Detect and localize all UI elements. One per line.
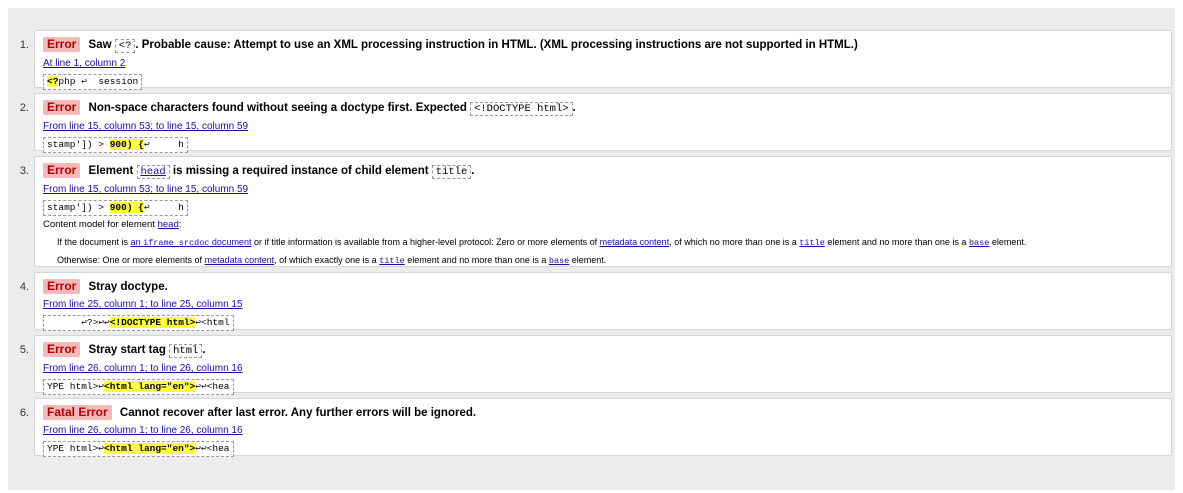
list-item: 5. Error Stray start tag html. From line… — [20, 335, 1172, 395]
title-element-link[interactable]: title — [799, 238, 825, 248]
message-number: 1. — [19, 39, 29, 51]
extract-text: php ↩ session — [58, 76, 139, 87]
message-text: Cannot recover after last error. Any fur… — [119, 407, 477, 419]
message-text: Stray start tag — [88, 344, 166, 356]
source-extract: stamp']) > 900) {↩ h — [43, 137, 188, 153]
error-badge: Error — [43, 100, 81, 115]
iframe-srcdoc-link[interactable]: an iframe srcdoc document — [131, 237, 252, 248]
extract-highlight: <html lang="en"> — [104, 381, 196, 392]
message-text: Element — [88, 165, 134, 177]
extract-text: ↩?>↩↩ — [47, 317, 110, 328]
metadata-content-link[interactable]: metadata content — [205, 255, 275, 265]
code-snippet: <? — [114, 39, 136, 53]
results-list: 1. Error Saw <?. Probable cause: Attempt… — [8, 30, 1175, 461]
message-number: 6. — [19, 407, 29, 419]
extract-highlight: <!DOCTYPE html> — [109, 317, 196, 328]
metadata-content-link[interactable]: metadata content — [600, 237, 670, 247]
message-number: 3. — [19, 165, 29, 177]
source-extract: <?php ↩ session — [43, 74, 143, 90]
source-extract: YPE html>↩<html lang="en">↩↩<hea — [43, 441, 234, 457]
code-snippet: html — [169, 344, 203, 358]
list-item: 6. Fatal Error Cannot recover after last… — [20, 398, 1172, 457]
extract-highlight: <? — [47, 76, 59, 87]
list-item: 1. Error Saw <?. Probable cause: Attempt… — [20, 30, 1172, 90]
extract-highlight: <html lang="en"> — [104, 443, 196, 454]
extract-text: YPE html>↩ — [47, 381, 105, 392]
extract-text: ↩<html — [195, 317, 230, 328]
extract-text: ↩↩<hea — [195, 381, 230, 392]
validator-results-panel: 1. Error Saw <?. Probable cause: Attempt… — [8, 8, 1175, 490]
extract-text: stamp']) > — [47, 202, 110, 213]
extract-highlight: 900) { — [109, 202, 144, 213]
message-number: 4. — [19, 281, 29, 293]
extract-text: ↩ h — [143, 202, 184, 213]
extract-text: YPE html>↩ — [47, 443, 105, 454]
message-text: . — [471, 165, 475, 177]
list-item: 4. Error Stray doctype. From line 25, co… — [20, 272, 1172, 331]
extract-text: ↩↩<hea — [195, 443, 230, 454]
extract-text: ↩ h — [143, 139, 184, 150]
error-badge: Error — [43, 37, 81, 52]
message-text: . — [202, 344, 206, 356]
message-text: Stray doctype. — [88, 281, 168, 293]
location-link[interactable]: At line 1, column 2 — [43, 57, 1163, 71]
content-model-line: If the document is an iframe srcdoc docu… — [57, 237, 1027, 248]
location-link[interactable]: From line 26, column 1; to line 26, colu… — [43, 362, 1163, 376]
message-text: Saw — [88, 39, 112, 51]
message-text: Non-space characters found without seein… — [88, 102, 467, 114]
list-item: 3. Error Element head is missing a requi… — [20, 156, 1172, 267]
location-link[interactable]: From line 15, column 53; to line 15, col… — [43, 120, 1163, 134]
content-model-line: Otherwise: One or more elements of metad… — [57, 255, 607, 266]
code-snippet: <!DOCTYPE html> — [470, 102, 573, 116]
base-element-link[interactable]: base — [969, 238, 989, 248]
message-number: 5. — [19, 344, 29, 356]
title-element-link[interactable]: title — [379, 256, 405, 266]
extract-text: stamp']) > — [47, 139, 110, 150]
element-link-head[interactable]: head — [136, 165, 170, 179]
location-link[interactable]: From line 25, column 1; to line 25, colu… — [43, 298, 1163, 312]
source-extract: stamp']) > 900) {↩ h — [43, 200, 188, 216]
message-number: 2. — [19, 102, 29, 114]
source-extract: YPE html>↩<html lang="en">↩↩<hea — [43, 379, 234, 395]
code-snippet: title — [431, 165, 472, 179]
message-text: . — [572, 102, 576, 114]
list-item: 2. Error Non-space characters found with… — [20, 93, 1172, 153]
base-element-link[interactable]: base — [549, 256, 569, 266]
message-text: is missing a required instance of child … — [172, 165, 429, 177]
source-extract: ↩?>↩↩<!DOCTYPE html>↩<html — [43, 315, 234, 331]
location-link[interactable]: From line 15, column 53; to line 15, col… — [43, 183, 1163, 197]
error-badge: Error — [43, 279, 81, 294]
location-link[interactable]: From line 26, column 1; to line 26, colu… — [43, 424, 1163, 438]
extract-highlight: 900) { — [109, 139, 144, 150]
error-badge: Error — [43, 342, 81, 357]
element-link-head[interactable]: head — [158, 219, 179, 230]
message-text: . Probable cause: Attempt to use an XML … — [135, 39, 858, 51]
error-badge: Error — [43, 163, 81, 178]
fatal-error-badge: Fatal Error — [43, 405, 112, 420]
content-model-title: Content model for element head: — [43, 219, 182, 230]
